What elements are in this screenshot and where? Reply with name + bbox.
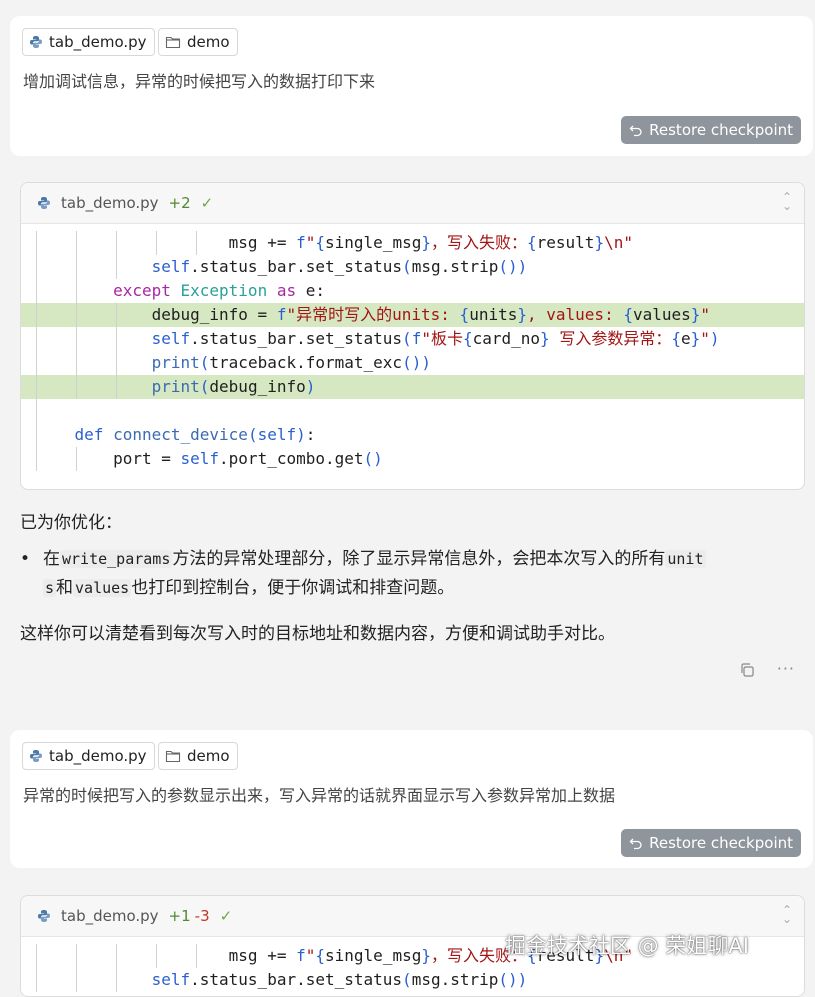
restore-label: Restore checkpoint xyxy=(649,834,793,852)
assistant-closing: 这样你可以清楚看到每次写入时的目标地址和数据内容，方便和调试助手对比。 xyxy=(20,624,615,644)
restore-checkpoint-button[interactable]: Restore checkpoint xyxy=(621,116,801,144)
watermark: 掘金技术社区 @ 荣姐聊AI xyxy=(505,934,749,958)
bullet-text: 在 xyxy=(43,549,60,569)
undo-icon xyxy=(629,125,642,137)
code-line: self.status_bar.set_status(f"板卡{card_no}… xyxy=(21,327,804,351)
code-filename: tab_demo.py xyxy=(61,907,159,925)
folder-chip[interactable]: demo xyxy=(158,28,238,56)
inline-code: write_params xyxy=(60,550,173,568)
code-line-added: print(debug_info) xyxy=(21,375,804,399)
copy-icon[interactable] xyxy=(739,662,755,678)
code-line: def connect_device(self): xyxy=(21,423,804,447)
code-line: port = self.port_combo.get() xyxy=(21,447,804,471)
inline-code: values xyxy=(73,579,132,597)
folder-icon xyxy=(165,750,181,763)
more-options-icon[interactable]: ··· xyxy=(777,661,795,678)
restore-label: Restore checkpoint xyxy=(649,121,793,139)
code-line xyxy=(21,399,804,423)
file-chip[interactable]: tab_demo.py xyxy=(22,28,155,56)
check-icon: ✓ xyxy=(200,194,214,212)
check-icon: ✓ xyxy=(219,907,233,925)
inline-code: unit xyxy=(665,550,706,568)
python-file-icon xyxy=(38,197,50,209)
bullet-text: 也打印到控制台，便于你调试和排查问题。 xyxy=(131,578,455,598)
message-actions: ··· xyxy=(739,661,795,678)
user-message-text: 增加调试信息，异常的时候把写入的数据打印下来 xyxy=(23,72,376,91)
bullet-text: 方法的异常处理部分，除了显示异常信息外，会把本次写入的所有 xyxy=(172,549,666,569)
folder-icon xyxy=(165,36,181,49)
python-file-icon xyxy=(38,910,50,922)
code-line: msg += f"{single_msg}，写入失败：{result}\n" xyxy=(21,231,804,255)
folder-chip[interactable]: demo xyxy=(158,742,238,770)
added-lines-count: +1 xyxy=(168,907,191,925)
undo-icon xyxy=(629,838,642,850)
code-diff-block: tab_demo.py +2 ✓ ⌃ ⌄ msg += f"{single_msg… xyxy=(20,182,805,490)
folder-chip-label: demo xyxy=(187,33,230,51)
code-content: msg += f"{single_msg}，写入失败：{result}\n" s… xyxy=(21,224,804,477)
python-file-icon xyxy=(30,750,42,762)
code-line: print(traceback.format_exc()) xyxy=(21,351,804,375)
bullet-text: 和 xyxy=(56,578,74,598)
expand-collapse-icon[interactable]: ⌃ ⌄ xyxy=(782,191,792,212)
user-message-text: 异常的时候把写入的参数显示出来，写入异常的话就界面显示写入参数异常加上数据 xyxy=(23,786,616,805)
code-block-header[interactable]: tab_demo.py +2 ✓ ⌃ ⌄ xyxy=(21,183,804,224)
code-line: self.status_bar.set_status(msg.strip()) xyxy=(21,255,804,279)
code-line: except Exception as e: xyxy=(21,279,804,303)
assistant-intro: 已为你优化： xyxy=(20,513,122,533)
file-chip[interactable]: tab_demo.py xyxy=(22,742,155,770)
restore-checkpoint-button[interactable]: Restore checkpoint xyxy=(621,829,801,857)
code-line-added: debug_info = f"异常时写入的units: {units}, val… xyxy=(21,303,804,327)
folder-chip-label: demo xyxy=(187,747,230,765)
code-filename: tab_demo.py xyxy=(61,194,159,212)
removed-lines-count: -3 xyxy=(194,907,210,925)
file-chip-label: tab_demo.py xyxy=(49,747,147,765)
code-line: self.status_bar.set_status(msg.strip()) xyxy=(21,968,804,992)
inline-code: s xyxy=(43,579,57,597)
file-chip-label: tab_demo.py xyxy=(49,33,147,51)
user-message-card: tab_demo.py demo 异常的时候把写入的参数显示出来，写入异常的话就… xyxy=(10,730,813,868)
added-lines-count: +2 xyxy=(168,194,191,212)
user-message-card: tab_demo.py demo 增加调试信息，异常的时候把写入的数据打印下来 … xyxy=(10,16,813,156)
expand-collapse-icon[interactable]: ⌃ ⌄ xyxy=(782,904,792,925)
bullet-dot: • xyxy=(20,549,31,569)
python-file-icon xyxy=(30,36,42,48)
